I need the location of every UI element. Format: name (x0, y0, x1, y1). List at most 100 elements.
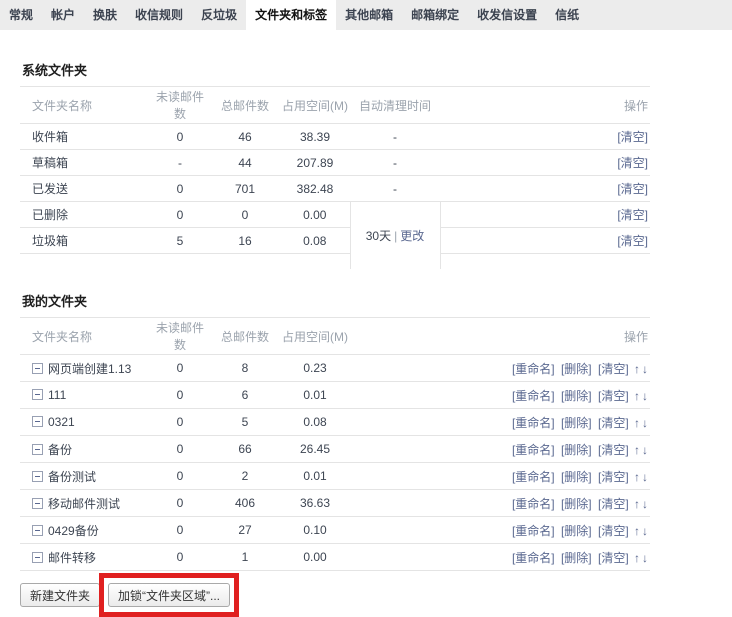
lock-folder-area-button[interactable]: 加锁“文件夹区域”... (108, 583, 230, 607)
tab-mailbox-bind[interactable]: 邮箱绑定 (402, 0, 468, 30)
folder-name: 网页端创建1.13 (48, 362, 131, 376)
delete-folder-link[interactable]: [删除] (561, 524, 592, 538)
move-down-icon[interactable]: ↓ (642, 443, 648, 457)
collapse-icon[interactable] (32, 389, 43, 400)
rename-folder-link[interactable]: [重命名] (512, 551, 555, 565)
space-used: 0.10 (280, 517, 350, 544)
rename-folder-link[interactable]: [重命名] (512, 362, 555, 376)
tab-other-mailbox[interactable]: 其他邮箱 (336, 0, 402, 30)
move-up-icon[interactable]: ↑ (634, 362, 640, 376)
move-up-icon[interactable]: ↑ (634, 470, 640, 484)
delete-folder-link[interactable]: [删除] (561, 551, 592, 565)
tab-folders-labels[interactable]: 文件夹和标签 (246, 0, 336, 30)
move-down-icon[interactable]: ↓ (642, 389, 648, 403)
clear-folder-link[interactable]: [清空] (598, 524, 629, 538)
clear-folder-link[interactable]: [清空] (598, 416, 629, 430)
folder-name: 备份 (48, 443, 72, 457)
move-down-icon[interactable]: ↓ (642, 362, 648, 376)
collapse-icon[interactable] (32, 363, 43, 374)
clear-folder-link[interactable]: [清空] (598, 362, 629, 376)
col-header-total: 总邮件数 (210, 318, 280, 355)
tab-mail-rules[interactable]: 收信规则 (126, 0, 192, 30)
move-down-icon[interactable]: ↓ (642, 524, 648, 538)
tab-skin[interactable]: 换肤 (84, 0, 126, 30)
move-down-icon[interactable]: ↓ (642, 416, 648, 430)
move-up-icon[interactable]: ↑ (634, 551, 640, 565)
collapse-icon[interactable] (32, 498, 43, 509)
total-count: 5 (210, 409, 280, 436)
clear-folder-link[interactable]: [清空] (617, 182, 648, 196)
new-folder-button[interactable]: 新建文件夹 (20, 583, 100, 607)
rename-folder-link[interactable]: [重命名] (512, 389, 555, 403)
move-up-icon[interactable]: ↑ (634, 524, 640, 538)
clear-folder-link[interactable]: [清空] (598, 389, 629, 403)
rename-folder-link[interactable]: [重命名] (512, 470, 555, 484)
table-row: 备份 0 66 26.45 [重命名] [删除] [清空] ↑↓ (20, 436, 650, 463)
total-count: 2 (210, 463, 280, 490)
folder-name: 已删除 (20, 202, 150, 228)
delete-folder-link[interactable]: [删除] (561, 416, 592, 430)
folder-name: 备份测试 (48, 470, 96, 484)
table-row: 0429备份 0 27 0.10 [重命名] [删除] [清空] ↑↓ (20, 517, 650, 544)
table-stub-row (20, 254, 650, 270)
clear-folder-link[interactable]: [清空] (617, 208, 648, 222)
space-used: 26.45 (280, 436, 350, 463)
delete-folder-link[interactable]: [删除] (561, 362, 592, 376)
clear-folder-link[interactable]: [清空] (617, 234, 648, 248)
collapse-icon[interactable] (32, 416, 43, 427)
total-count: 406 (210, 490, 280, 517)
total-count: 1 (210, 544, 280, 571)
autoclean-change-link[interactable]: 更改 (400, 229, 424, 243)
rename-folder-link[interactable]: [重命名] (512, 524, 555, 538)
folder-name: 111 (48, 388, 66, 402)
move-down-icon[interactable]: ↓ (642, 551, 648, 565)
tab-send-receive[interactable]: 收发信设置 (468, 0, 546, 30)
col-header-total: 总邮件数 (210, 87, 280, 124)
move-up-icon[interactable]: ↑ (634, 443, 640, 457)
move-up-icon[interactable]: ↑ (634, 389, 640, 403)
delete-folder-link[interactable]: [删除] (561, 443, 592, 457)
space-used: 0.01 (280, 382, 350, 409)
tab-account[interactable]: 帐户 (42, 0, 84, 30)
folder-name: 移动邮件测试 (48, 497, 120, 511)
collapse-icon[interactable] (32, 444, 43, 455)
rename-folder-link[interactable]: [重命名] (512, 443, 555, 457)
col-header-ops: 操作 (350, 318, 650, 355)
delete-folder-link[interactable]: [删除] (561, 389, 592, 403)
table-row: 网页端创建1.13 0 8 0.23 [重命名] [删除] [清空] ↑↓ (20, 355, 650, 382)
total-count: 46 (210, 124, 280, 150)
tab-antispam[interactable]: 反垃圾 (192, 0, 246, 30)
clear-folder-link[interactable]: [清空] (598, 551, 629, 565)
collapse-icon[interactable] (32, 525, 43, 536)
clear-folder-link[interactable]: [清空] (617, 156, 648, 170)
collapse-icon[interactable] (32, 552, 43, 563)
move-up-icon[interactable]: ↑ (634, 497, 640, 511)
tab-stationery[interactable]: 信纸 (546, 0, 588, 30)
clear-folder-link[interactable]: [清空] (598, 497, 629, 511)
unread-count: 0 (150, 490, 210, 517)
col-header-ops: 操作 (440, 87, 650, 124)
rename-folder-link[interactable]: [重命名] (512, 497, 555, 511)
delete-folder-link[interactable]: [删除] (561, 497, 592, 511)
clear-folder-link[interactable]: [清空] (598, 443, 629, 457)
collapse-icon[interactable] (32, 471, 43, 482)
unread-count: 0 (150, 409, 210, 436)
unread-count: 0 (150, 436, 210, 463)
clear-folder-link[interactable]: [清空] (617, 130, 648, 144)
move-up-icon[interactable]: ↑ (634, 416, 640, 430)
move-down-icon[interactable]: ↓ (642, 470, 648, 484)
col-header-autoclean: 自动清理时间 (350, 87, 440, 124)
rename-folder-link[interactable]: [重命名] (512, 416, 555, 430)
clear-folder-link[interactable]: [清空] (598, 470, 629, 484)
tab-general[interactable]: 常规 (0, 0, 42, 30)
table-row-drafts: 草稿箱 - 44 207.89 - [清空] (20, 150, 650, 176)
space-used: 0.01 (280, 463, 350, 490)
total-count: 0 (210, 202, 280, 228)
my-folders-header-row: 文件夹名称 未读邮件数 总邮件数 占用空间(M) 操作 (20, 318, 650, 355)
delete-folder-link[interactable]: [删除] (561, 470, 592, 484)
move-down-icon[interactable]: ↓ (642, 497, 648, 511)
folder-name: 收件箱 (20, 124, 150, 150)
unread-count: - (150, 150, 210, 176)
unread-count: 0 (150, 463, 210, 490)
total-count: 701 (210, 176, 280, 202)
